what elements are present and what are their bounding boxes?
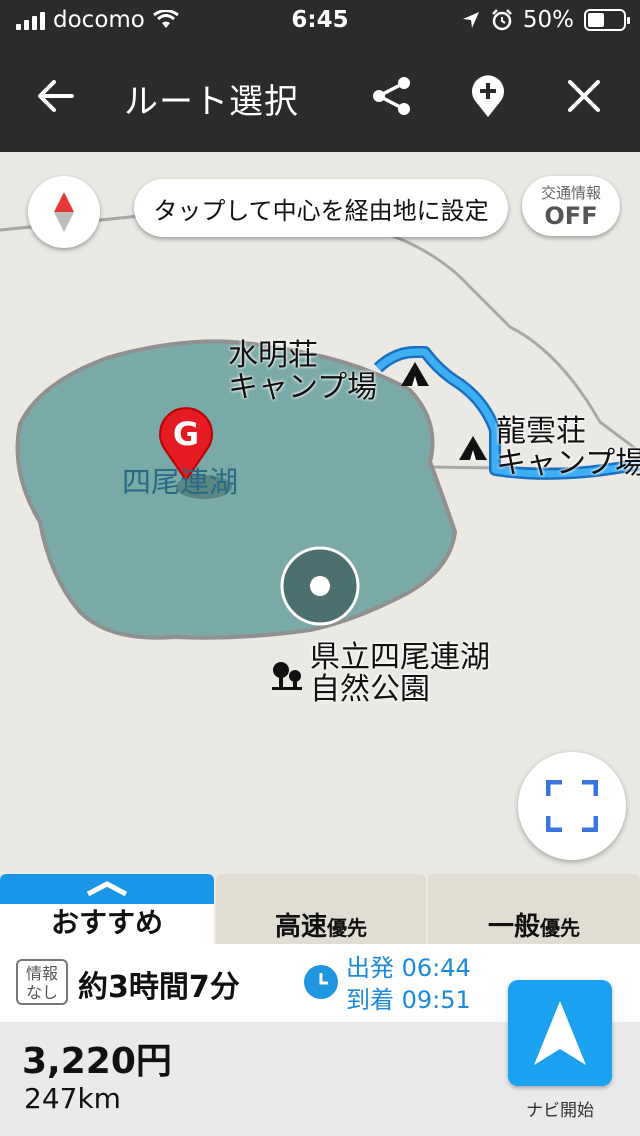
goal-letter: G xyxy=(173,415,199,453)
battery-icon xyxy=(584,9,630,31)
add-waypoint-icon xyxy=(472,75,504,117)
start-navigation-label: ナビ開始 xyxy=(526,1101,594,1121)
camp-label-1: 水明荘 キャンプ場 xyxy=(228,338,378,405)
navigation-arrow-icon xyxy=(534,1001,586,1065)
status-right: 50% xyxy=(461,7,630,33)
arrive-time: 09:51 xyxy=(401,986,471,1014)
campsite-icon-1 xyxy=(401,362,429,386)
close-icon xyxy=(568,80,600,112)
compass-icon xyxy=(54,192,74,232)
tab-highway[interactable]: 高速優先 xyxy=(216,874,426,944)
compass-button[interactable] xyxy=(28,176,100,248)
toll-fare: 3,220円 xyxy=(22,1041,172,1082)
depart-time: 06:44 xyxy=(401,954,471,982)
start-navigation-button[interactable] xyxy=(508,980,612,1086)
route-tabs: おすすめ 高速優先 一般優先 xyxy=(0,874,640,944)
close-button[interactable] xyxy=(554,66,614,126)
tab-general[interactable]: 一般優先 xyxy=(428,874,640,944)
clock-icon xyxy=(304,965,338,999)
route-times: 出発 06:44 到着 09:51 xyxy=(346,952,471,1016)
chevron-up-icon xyxy=(86,881,128,897)
add-waypoint-button[interactable] xyxy=(458,66,518,126)
battery-percent: 50% xyxy=(522,7,574,33)
lake-label: 四尾連湖 xyxy=(122,465,239,499)
waypoint-hint-button[interactable]: タップして中心を経由地に設定 xyxy=(134,179,508,237)
tab-general-sub: 優先 xyxy=(540,916,580,940)
park-icon xyxy=(272,662,302,690)
fullscreen-icon xyxy=(546,780,598,832)
route-distance: 247km xyxy=(24,1082,121,1115)
title-bar: ルート選択 xyxy=(0,40,640,152)
campsite-icon-2 xyxy=(459,436,487,460)
route-details: 3,220円 247km ナビ開始 xyxy=(0,980,640,1136)
depart-label: 出発 xyxy=(346,954,394,982)
page-title: ルート選択 xyxy=(124,82,299,122)
traffic-toggle[interactable]: 交通情報 OFF xyxy=(522,176,620,236)
no-info-badge: 情報 なし xyxy=(16,959,68,1005)
tab-recommended[interactable]: おすすめ xyxy=(0,874,214,944)
location-arrow-icon xyxy=(462,12,479,28)
back-button[interactable] xyxy=(26,66,86,126)
park-label: 県立四尾連湖 自然公園 xyxy=(310,640,490,707)
traffic-value: OFF xyxy=(544,202,598,230)
share-icon xyxy=(373,77,410,115)
arrow-left-icon xyxy=(38,80,74,112)
route-duration: 約3時間7分 xyxy=(78,970,240,1005)
tab-highway-sub: 優先 xyxy=(327,916,367,940)
tab-recommended-label: おすすめ xyxy=(50,906,163,939)
alarm-icon xyxy=(491,9,512,31)
share-button[interactable] xyxy=(362,66,422,126)
arrive-label: 到着 xyxy=(346,986,394,1014)
map-view[interactable]: G 四尾連湖 水明荘 キャンプ場 龍雲荘 キャンプ場 県立四尾連湖 自然公園 タ… xyxy=(0,152,640,874)
tab-highway-label: 高速 xyxy=(274,912,327,942)
traffic-label: 交通情報 xyxy=(540,184,601,202)
status-bar: docomo 6:45 50% xyxy=(0,0,640,40)
camp-label-2: 龍雲荘 キャンプ場 xyxy=(496,414,640,481)
tab-general-label: 一般 xyxy=(487,912,540,942)
fit-route-button[interactable] xyxy=(518,752,626,860)
